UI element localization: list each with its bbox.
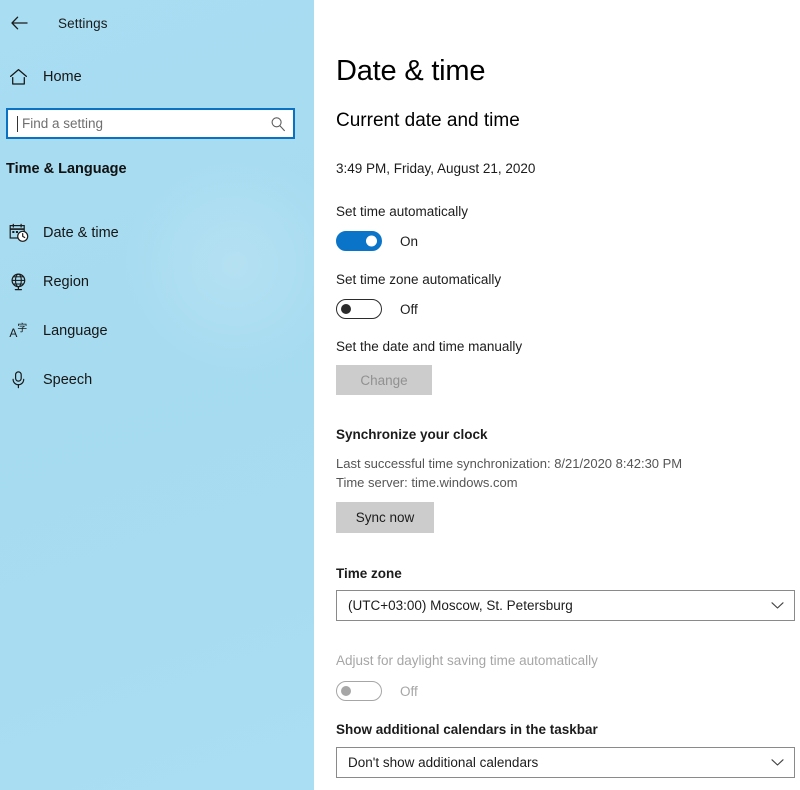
title-bar: Settings: [0, 6, 314, 40]
time-zone-value: (UTC+03:00) Moscow, St. Petersburg: [348, 598, 573, 613]
sidebar-nav: Date & time Region A 字 Language Speech: [0, 208, 314, 404]
set-timezone-automatically-label: Set time zone automatically: [336, 272, 502, 287]
toggle-switch[interactable]: [336, 231, 382, 251]
search-icon[interactable]: [265, 116, 291, 132]
chevron-down-icon: [768, 601, 786, 610]
current-date-time-heading: Current date and time: [336, 110, 520, 131]
sidebar-item-region[interactable]: Region: [0, 257, 314, 306]
sidebar-item-language[interactable]: A 字 Language: [0, 306, 314, 355]
set-time-automatically-toggle[interactable]: On: [336, 231, 418, 251]
sidebar-item-home[interactable]: Home: [0, 62, 300, 92]
additional-calendars-label: Show additional calendars in the taskbar: [336, 722, 598, 737]
settings-window: Settings Home Find a setting Time & Lang…: [0, 0, 800, 790]
sidebar-item-date-time[interactable]: Date & time: [0, 208, 314, 257]
text-caret: [17, 115, 18, 132]
page-title: Date & time: [336, 55, 486, 87]
time-zone-label: Time zone: [336, 566, 402, 581]
svg-text:字: 字: [17, 321, 27, 334]
additional-calendars-value: Don't show additional calendars: [348, 755, 539, 770]
back-button[interactable]: [2, 8, 36, 38]
window-title: Settings: [58, 15, 108, 31]
toggle-state-label: Off: [400, 683, 418, 699]
daylight-saving-toggle: Off: [336, 681, 418, 701]
current-date-time-value: 3:49 PM, Friday, August 21, 2020: [336, 161, 536, 176]
globe-icon: [6, 272, 32, 292]
sidebar-item-label: Speech: [43, 371, 93, 388]
last-sync-text: Last successful time synchronization: 8/…: [336, 456, 683, 471]
toggle-switch: [336, 681, 382, 701]
calendar-clock-icon: [6, 223, 32, 243]
sidebar: Settings Home Find a setting Time & Lang…: [0, 0, 314, 790]
main-content: Date & time Current date and time 3:49 P…: [314, 0, 800, 790]
daylight-saving-label: Adjust for daylight saving time automati…: [336, 653, 598, 668]
language-icon: A 字: [6, 321, 32, 341]
toggle-switch[interactable]: [336, 299, 382, 319]
home-label: Home: [43, 69, 82, 85]
time-zone-dropdown[interactable]: (UTC+03:00) Moscow, St. Petersburg: [336, 590, 795, 621]
chevron-down-icon: [768, 758, 786, 767]
set-time-automatically-label: Set time automatically: [336, 204, 469, 219]
toggle-state-label: Off: [400, 301, 418, 317]
sidebar-item-speech[interactable]: Speech: [0, 355, 314, 404]
set-manually-label: Set the date and time manually: [336, 339, 523, 354]
sidebar-item-label: Region: [43, 273, 89, 290]
time-server-text: Time server: time.windows.com: [336, 475, 518, 490]
sidebar-section-heading: Time & Language: [6, 161, 127, 177]
microphone-icon: [6, 370, 32, 390]
search-box[interactable]: Find a setting: [6, 108, 295, 139]
home-icon: [2, 68, 34, 86]
additional-calendars-dropdown[interactable]: Don't show additional calendars: [336, 747, 795, 778]
search-input-placeholder[interactable]: Find a setting: [22, 116, 265, 131]
sidebar-item-label: Language: [43, 322, 108, 339]
set-timezone-automatically-toggle[interactable]: Off: [336, 299, 418, 319]
synchronize-heading: Synchronize your clock: [336, 427, 488, 442]
toggle-knob: [341, 304, 351, 314]
sync-now-button[interactable]: Sync now: [336, 502, 434, 533]
toggle-knob: [341, 686, 351, 696]
sidebar-item-label: Date & time: [43, 224, 119, 241]
toggle-state-label: On: [400, 233, 419, 249]
toggle-knob: [366, 235, 377, 247]
change-button[interactable]: Change: [336, 365, 432, 395]
